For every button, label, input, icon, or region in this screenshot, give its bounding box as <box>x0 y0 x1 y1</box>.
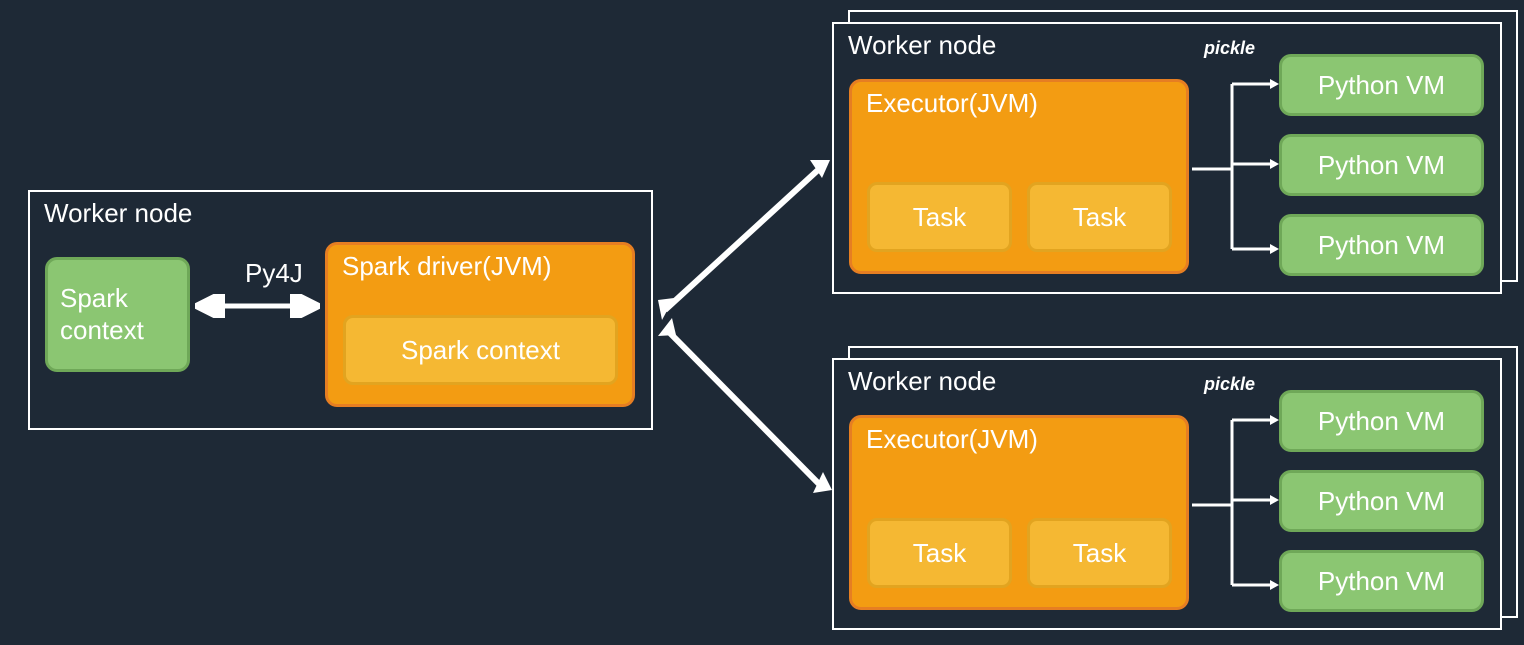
spark-context-green-box: Spark context <box>45 257 190 372</box>
worker1-branch-arrows <box>1192 64 1282 274</box>
spark-context-yellow-box: Spark context <box>343 315 618 385</box>
worker2-task1-box: Task <box>867 518 1012 588</box>
worker1-pyvm1-box: Python VM <box>1279 54 1484 116</box>
worker1-task2-box: Task <box>1027 182 1172 252</box>
py4j-arrow <box>190 294 325 318</box>
worker1-executor-box: Executor(JVM) Task Task <box>849 79 1189 274</box>
worker2-pyvm1-box: Python VM <box>1279 390 1484 452</box>
worker2-branch-arrows <box>1192 400 1282 610</box>
worker1-pickle-label: pickle <box>1204 38 1255 59</box>
spark-driver-title: Spark driver(JVM) <box>328 245 632 288</box>
spark-driver-box: Spark driver(JVM) Spark context <box>325 242 635 407</box>
worker2-pyvm3-box: Python VM <box>1279 550 1484 612</box>
worker1-task1-box: Task <box>867 182 1012 252</box>
worker1-executor-title: Executor(JVM) <box>852 82 1186 125</box>
py4j-label: Py4J <box>245 258 303 289</box>
driver-to-worker1-arrow <box>650 150 840 330</box>
worker2-executor-title: Executor(JVM) <box>852 418 1186 461</box>
driver-worker-node: Worker node Spark context Spark driver(J… <box>28 190 653 430</box>
worker2-task2-box: Task <box>1027 518 1172 588</box>
worker1-pyvm3-box: Python VM <box>1279 214 1484 276</box>
driver-to-worker2-arrow <box>650 310 845 510</box>
worker2-pickle-label: pickle <box>1204 374 1255 395</box>
worker2-pyvm2-box: Python VM <box>1279 470 1484 532</box>
driver-worker-title: Worker node <box>30 192 651 235</box>
worker2-executor-box: Executor(JVM) Task Task <box>849 415 1189 610</box>
worker2-node: Worker node Executor(JVM) Task Task pick… <box>832 358 1502 630</box>
worker1-pyvm2-box: Python VM <box>1279 134 1484 196</box>
worker1-node: Worker node Executor(JVM) Task Task pick… <box>832 22 1502 294</box>
